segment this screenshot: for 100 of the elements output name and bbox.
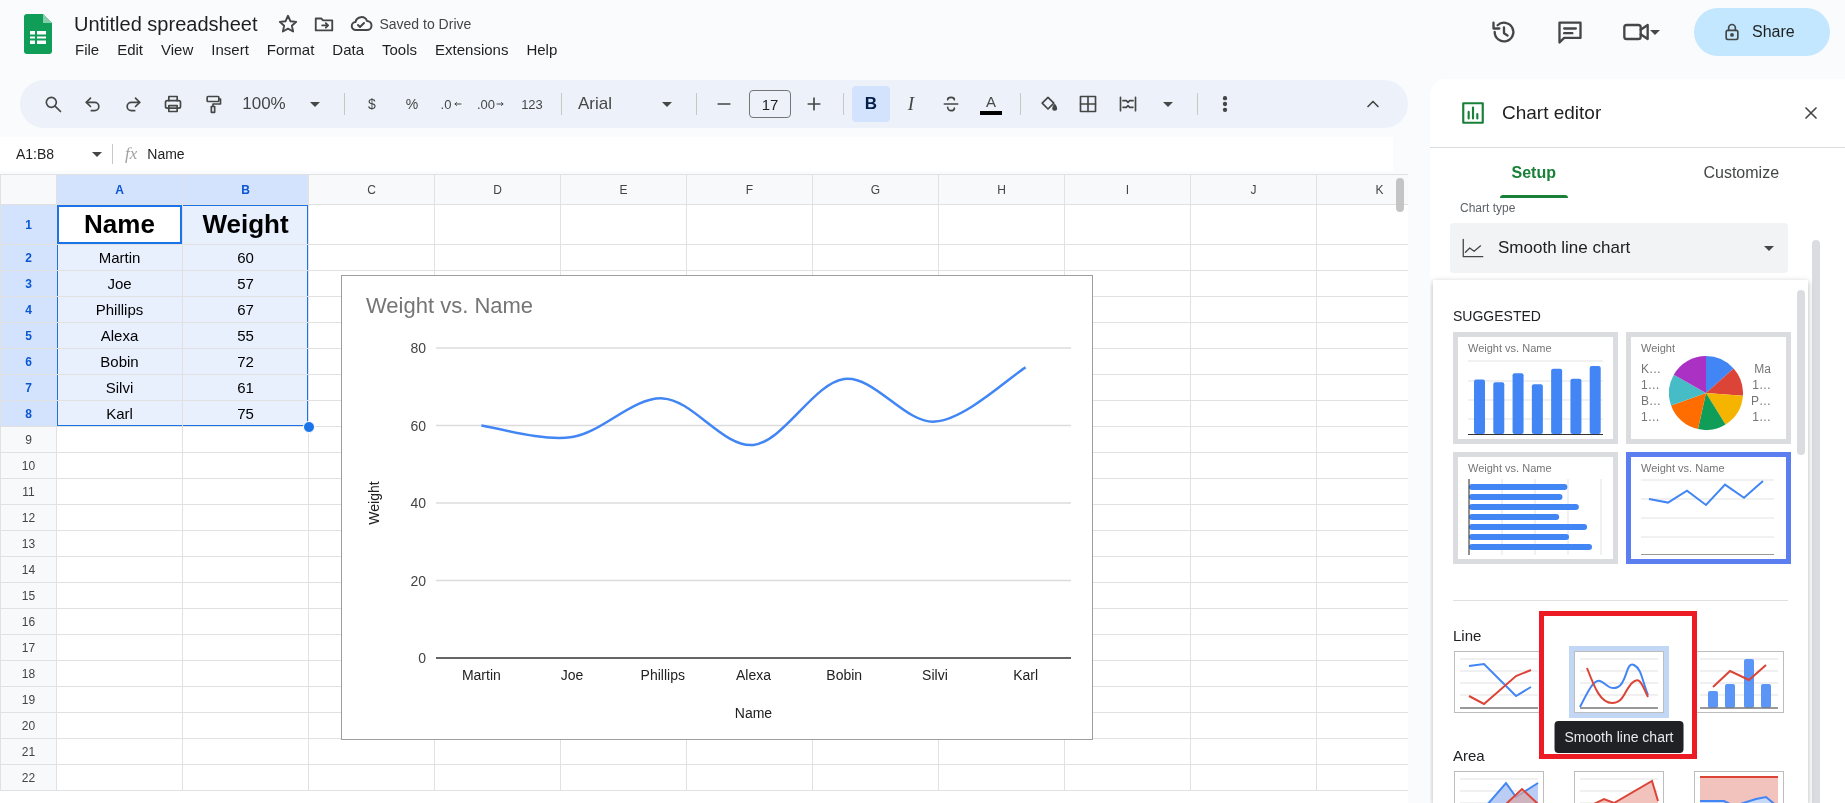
row-header[interactable]: 5: [0, 322, 57, 349]
row-header[interactable]: 22: [0, 764, 57, 791]
menu-item[interactable]: File: [68, 38, 107, 61]
name-box[interactable]: A1:B8: [16, 146, 92, 162]
table-cell[interactable]: Silvi: [56, 374, 183, 401]
zoom-dropdown[interactable]: 100%: [234, 86, 294, 122]
table-cell[interactable]: Joe: [56, 270, 183, 297]
row-header[interactable]: 7: [0, 374, 57, 401]
column-header[interactable]: B: [182, 174, 309, 205]
menu-item[interactable]: View: [154, 38, 201, 61]
bold-button[interactable]: B: [852, 86, 890, 122]
search-icon[interactable]: [43, 94, 63, 114]
column-header[interactable]: A: [56, 174, 183, 205]
row-header[interactable]: 18: [0, 660, 57, 687]
chart-suggestion[interactable]: Weight K… 1… B… 1… Ma 1… P… 1…: [1626, 332, 1791, 444]
menu-item[interactable]: Edit: [110, 38, 151, 61]
currency-button[interactable]: $: [353, 86, 391, 122]
column-header[interactable]: H: [938, 174, 1065, 205]
column-header[interactable]: E: [560, 174, 687, 205]
row-header[interactable]: 14: [0, 556, 57, 583]
line-chart[interactable]: Weight vs. Name 0 20 40 60 80 Martin Joe Phillips Alexa Bobin Silvi Karl Name Weight: [341, 275, 1093, 740]
caret-icon[interactable]: [310, 101, 320, 107]
row-header[interactable]: 15: [0, 582, 57, 609]
row-header[interactable]: 11: [0, 478, 57, 505]
scrollbar[interactable]: [1396, 178, 1404, 212]
column-header[interactable]: K: [1316, 174, 1408, 205]
table-cell[interactable]: Bobin: [56, 348, 183, 375]
column-header[interactable]: G: [812, 174, 939, 205]
chart-suggestion[interactable]: Weight vs. Name: [1453, 332, 1618, 444]
percent-button[interactable]: %: [393, 86, 431, 122]
table-cell[interactable]: 67: [182, 296, 309, 323]
menu-item[interactable]: Tools: [375, 38, 425, 61]
column-header[interactable]: C: [308, 174, 435, 205]
table-cell[interactable]: 55: [182, 322, 309, 349]
tab[interactable]: Setup: [1430, 148, 1638, 198]
row-header[interactable]: 6: [0, 348, 57, 375]
table-cell[interactable]: Martin: [56, 244, 183, 271]
menu-item[interactable]: Data: [325, 38, 371, 61]
row-header[interactable]: 21: [0, 738, 57, 765]
row-header[interactable]: 17: [0, 634, 57, 661]
menu-item[interactable]: Extensions: [428, 38, 516, 61]
tab[interactable]: Customize: [1637, 148, 1845, 198]
caret-icon[interactable]: [1163, 101, 1173, 107]
column-header[interactable]: I: [1064, 174, 1191, 205]
chart-suggestion[interactable]: Weight vs. Name: [1626, 452, 1791, 564]
undo-icon[interactable]: [83, 94, 103, 114]
combo-chart-option[interactable]: [1694, 651, 1784, 713]
caret-icon[interactable]: [662, 101, 672, 107]
column-header[interactable]: F: [686, 174, 813, 205]
font-size-field[interactable]: 17: [749, 90, 791, 118]
caret-icon[interactable]: [1650, 29, 1660, 35]
text-color-button[interactable]: A: [972, 86, 1010, 122]
redo-icon[interactable]: [123, 94, 143, 114]
row-header[interactable]: 9: [0, 426, 57, 453]
table-cell[interactable]: 57: [182, 270, 309, 297]
borders-icon[interactable]: [1078, 94, 1098, 114]
table-cell[interactable]: 61: [182, 374, 309, 401]
data-line[interactable]: [481, 366, 1027, 447]
paint-format-icon[interactable]: [203, 94, 223, 114]
table-cell[interactable]: 72: [182, 348, 309, 375]
chart-suggestion[interactable]: Weight vs. Name: [1453, 452, 1618, 564]
strikethrough-icon[interactable]: [941, 94, 961, 114]
table-cell[interactable]: Karl: [56, 400, 183, 427]
table-cell[interactable]: Phillips: [56, 296, 183, 323]
sheets-logo[interactable]: [24, 14, 52, 54]
formula-field[interactable]: Name: [147, 146, 185, 162]
chart-type-dropdown[interactable]: Smooth line chart: [1450, 223, 1788, 273]
caret-icon[interactable]: [92, 151, 102, 157]
table-cell[interactable]: Weight: [182, 204, 309, 245]
share-button[interactable]: Share: [1694, 8, 1830, 56]
merge-cells-icon[interactable]: [1118, 94, 1138, 114]
table-cell[interactable]: Alexa: [56, 322, 183, 349]
table-cell[interactable]: 60: [182, 244, 309, 271]
column-header[interactable]: D: [434, 174, 561, 205]
fill-color-icon[interactable]: [1038, 94, 1058, 114]
row-header[interactable]: 13: [0, 530, 57, 557]
scrollbar[interactable]: [1797, 290, 1805, 455]
column-header[interactable]: J: [1190, 174, 1317, 205]
increase-decimal-button[interactable]: .00: [473, 86, 511, 122]
document-title[interactable]: Untitled spreadsheet: [74, 12, 258, 36]
row-header[interactable]: 1: [0, 204, 57, 245]
row-header[interactable]: 19: [0, 686, 57, 713]
font-dropdown[interactable]: Arial: [570, 86, 646, 122]
row-header[interactable]: 4: [0, 296, 57, 323]
row-header[interactable]: 2: [0, 244, 57, 271]
number-format-button[interactable]: 123: [513, 86, 551, 122]
menu-item[interactable]: Help: [519, 38, 565, 61]
row-header[interactable]: 10: [0, 452, 57, 479]
star-icon[interactable]: [277, 13, 300, 35]
table-cell[interactable]: Name: [56, 204, 183, 245]
menu-item[interactable]: Format: [259, 38, 322, 61]
table-cell[interactable]: 75: [182, 400, 309, 427]
italic-button[interactable]: I: [892, 86, 930, 122]
print-icon[interactable]: [163, 94, 183, 114]
row-header[interactable]: 3: [0, 270, 57, 297]
row-header[interactable]: 8: [0, 400, 57, 427]
row-header[interactable]: 20: [0, 712, 57, 739]
row-header[interactable]: 12: [0, 504, 57, 531]
row-header[interactable]: 16: [0, 608, 57, 635]
scrollbar[interactable]: [1812, 240, 1820, 803]
